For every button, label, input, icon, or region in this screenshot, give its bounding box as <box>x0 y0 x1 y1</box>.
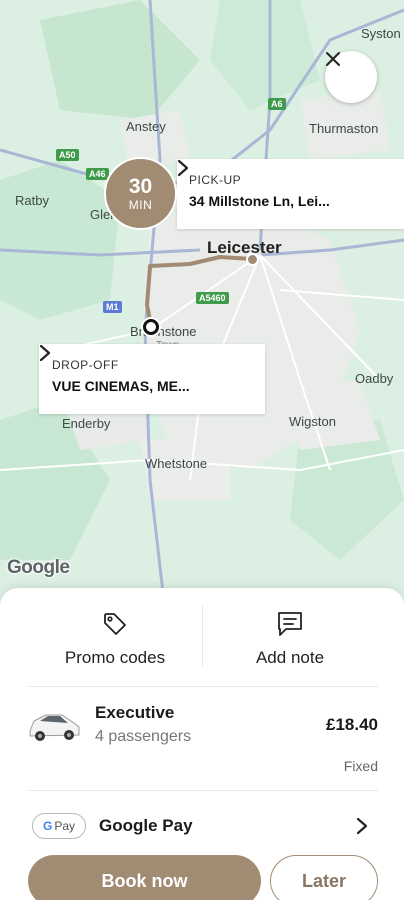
payment-method-row[interactable]: G Pay Google Pay <box>0 791 404 855</box>
dropoff-address: VUE CINEMAS, ME... <box>52 378 190 394</box>
close-icon <box>326 52 340 66</box>
add-note-label: Add note <box>255 648 325 667</box>
eta-value: 30 <box>128 174 153 198</box>
vehicle-name: Executive <box>95 703 175 722</box>
eta-unit: MIN <box>128 197 153 212</box>
map-label-syston: Syston <box>361 26 401 41</box>
vehicle-price: £18.40 <box>326 715 378 734</box>
dropoff-card[interactable]: DROP-OFF VUE CINEMAS, ME... <box>39 344 265 414</box>
promo-codes-button[interactable]: Promo codes <box>30 610 200 668</box>
map-view[interactable]: Syston Anstey Thurmaston Ratby Glen Leic… <box>0 0 404 610</box>
actions-row: Promo codes Add note <box>0 588 404 686</box>
promo-codes-label: Promo codes <box>64 648 166 667</box>
pickup-address: 34 Millstone Ln, Lei... <box>189 193 330 209</box>
google-attribution: Google <box>7 557 70 578</box>
gpay-pay-text: Pay <box>54 819 76 833</box>
book-now-button[interactable]: Book now <box>28 855 261 900</box>
gpay-g-letter: G <box>42 819 53 833</box>
vehicle-passengers: 4 passengers <box>95 728 192 745</box>
later-button[interactable]: Later <box>270 855 378 900</box>
booking-sheet: Promo codes Add note Executive 4 passeng… <box>0 588 404 900</box>
map-label-ratby: Ratby <box>15 193 49 208</box>
road-shield-a46: A46 <box>86 168 109 180</box>
pickup-card[interactable]: PICK-UP 34 Millstone Ln, Lei... <box>177 159 404 229</box>
route-end-dot <box>246 253 259 266</box>
map-label-thurmaston: Thurmaston <box>309 121 379 136</box>
map-label-leicester: Leicester <box>207 238 282 257</box>
map-label-braunstone: Braunstone <box>130 324 197 339</box>
chevron-right-icon <box>356 817 368 835</box>
map-label-wigston: Wigston <box>289 414 336 429</box>
road-shield-a6: A6 <box>268 98 286 110</box>
map-label-whetstone: Whetstone <box>145 456 208 471</box>
car-icon <box>29 714 80 741</box>
eta-badge: 30 MIN <box>104 157 177 230</box>
map-label-oadby: Oadby <box>355 371 394 386</box>
chevron-right-icon <box>177 159 189 177</box>
road-shield-m1: M1 <box>103 301 122 313</box>
payment-method-label: Google Pay <box>99 816 193 835</box>
vehicle-option[interactable]: Executive 4 passengers £18.40 Fixed <box>0 686 404 790</box>
pickup-pin <box>141 317 161 337</box>
dropoff-label: DROP-OFF <box>52 358 119 372</box>
tag-icon <box>104 613 126 635</box>
road-shield-a5460: A5460 <box>196 292 229 304</box>
note-icon <box>278 612 302 636</box>
pickup-label: PICK-UP <box>189 173 242 187</box>
actions-divider <box>202 606 203 666</box>
close-button[interactable] <box>325 51 377 103</box>
map-label-anstey: Anstey <box>126 119 166 134</box>
price-type: Fixed <box>343 758 378 774</box>
add-note-button[interactable]: Add note <box>205 610 375 668</box>
google-pay-icon: G Pay <box>32 813 86 839</box>
map-label-enderby: Enderby <box>62 416 111 431</box>
road-shield-a50: A50 <box>56 149 79 161</box>
chevron-right-icon <box>39 344 51 362</box>
